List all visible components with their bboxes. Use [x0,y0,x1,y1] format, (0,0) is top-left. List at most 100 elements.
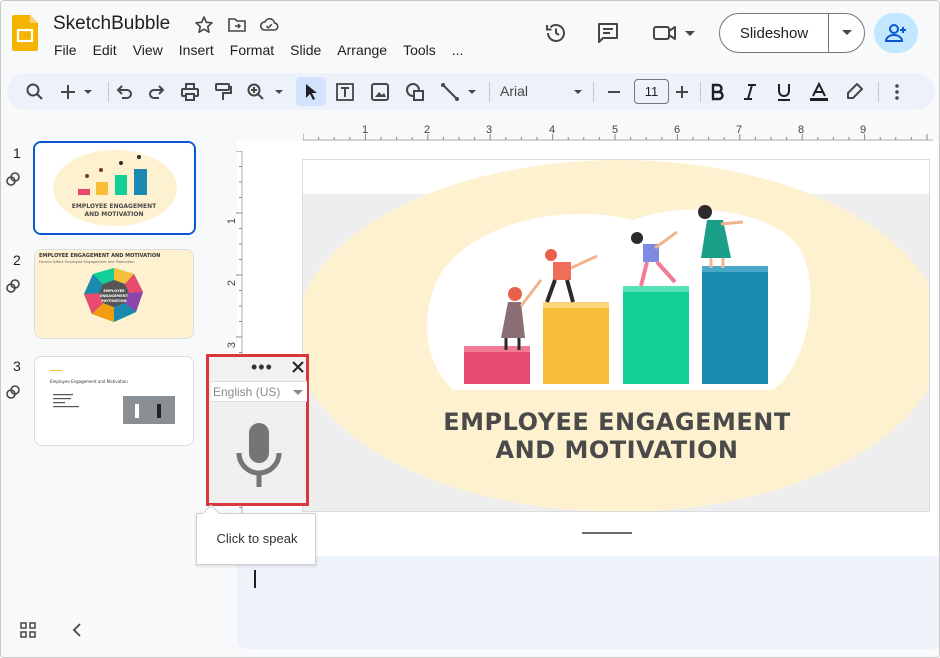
speaker-notes[interactable] [237,556,939,649]
voice-typing-more-button[interactable]: ••• [251,358,273,376]
add-person-icon [885,24,906,42]
ruler-label: 3 [226,342,238,348]
slide-thumbnail-1[interactable]: EMPLOYEE ENGAGEMENT AND MOTIVATION [33,141,196,235]
ruler-label: 7 [736,124,742,136]
ruler-label: 1 [362,124,368,136]
slide-title-line1[interactable]: EMPLOYEE ENGAGEMENT [303,408,929,436]
doc-title[interactable]: SketchBubble [53,13,170,35]
thumb-2-center-line3: MOTIVATION [101,299,126,303]
language-select[interactable]: English (US) [211,381,307,402]
new-slide-icon[interactable] [59,82,93,102]
comments-icon[interactable] [596,21,620,45]
shape-icon[interactable] [405,82,425,102]
app-window: SketchBubble File Edit View Insert Forma… [0,0,940,658]
ruler-label: 3 [486,124,492,136]
menu-file[interactable]: File [54,42,77,58]
zoom-icon[interactable] [246,82,288,102]
toolbar-divider [489,82,490,102]
share-button[interactable] [874,13,918,53]
menu-slide[interactable]: Slide [290,42,321,58]
star-icon[interactable] [194,15,214,35]
slideshow-label[interactable]: Slideshow [720,25,828,42]
slideshow-options-button[interactable] [829,29,864,37]
highlight-color-icon[interactable] [844,82,864,102]
chevron-down-icon[interactable] [568,82,588,102]
slide-filmstrip: 1 EMPLOYEE ENGAGEMENT AND MOTIVATION 2 E… [1,121,229,657]
menu-arrange[interactable]: Arrange [337,42,387,58]
thumb-2-subtitle: Factors Affect Employee Engagement and M… [39,260,135,264]
resize-notes-handle[interactable] [582,532,632,534]
line-icon[interactable] [440,82,480,102]
toolbar-divider [878,82,879,102]
slides-logo-icon[interactable] [12,15,38,51]
thumb-2-title: EMPLOYEE ENGAGEMENT AND MOTIVATION [39,253,160,259]
horizontal-ruler[interactable]: 1 2 3 4 5 6 7 8 9 [303,121,933,141]
microphone-icon[interactable] [235,423,283,489]
slide-thumbnail-3[interactable]: Employee Engagement and Motivation [34,356,194,446]
slide-2-preview: EMPLOYEE ENGAGEMENT AND MOTIVATION Facto… [35,250,193,338]
thumb-2-center-line2: ENGAGEMENT [100,294,129,298]
mic-area[interactable] [209,403,306,503]
font-size-input[interactable]: 11 [634,79,669,104]
grid-view-icon[interactable] [19,621,37,639]
slide-title-line2[interactable]: AND MOTIVATION [303,436,929,464]
slideshow-button[interactable]: Slideshow [719,13,865,53]
menu-bar: File Edit View Insert Format Slide Arran… [54,42,463,58]
image-icon[interactable] [370,82,390,102]
toolbar-divider [108,82,109,102]
link-icon [6,279,20,293]
ruler-label: 2 [226,280,238,286]
bar-green [623,290,689,384]
header: SketchBubble File Edit View Insert Forma… [1,1,939,69]
click-to-speak-tooltip: Click to speak [196,504,316,565]
thumb-2-center-line1: EMPLOYEE [103,289,125,293]
text-color-icon[interactable] [809,82,829,102]
underline-icon[interactable] [774,82,794,102]
slide-thumbnail-2[interactable]: EMPLOYEE ENGAGEMENT AND MOTIVATION Facto… [34,249,194,339]
ruler-label: 8 [798,124,804,136]
collapse-panel-icon[interactable] [69,621,87,639]
thumb-3-title: Employee Engagement and Motivation [50,379,128,384]
link-icon [6,172,20,186]
voice-typing-panel: ••• English (US) [206,354,309,506]
bold-icon[interactable] [707,82,727,102]
slide-number: 2 [13,252,21,268]
slide-1-preview: EMPLOYEE ENGAGEMENT AND MOTIVATION [35,143,194,233]
cloud-saved-icon[interactable] [259,15,279,35]
increase-font-size-icon[interactable] [672,82,692,102]
decrease-font-size-icon[interactable] [604,82,624,102]
more-options-icon[interactable] [887,82,907,102]
undo-icon[interactable] [114,82,134,102]
menu-view[interactable]: View [133,42,163,58]
redo-icon[interactable] [147,82,167,102]
menu-insert[interactable]: Insert [179,42,214,58]
menu-format[interactable]: Format [230,42,274,58]
italic-icon[interactable] [740,82,760,102]
search-icon[interactable] [25,82,45,102]
language-label: English (US) [213,385,281,399]
chevron-down-icon [293,390,303,395]
meet-icon[interactable] [653,21,697,45]
text-box-icon[interactable] [335,82,355,102]
select-cursor-icon[interactable] [301,82,321,102]
font-family-select[interactable]: Arial [500,83,528,99]
toolbar: Arial 11 [7,73,935,110]
ruler-label: 6 [674,124,680,136]
chevron-down-icon [841,30,852,35]
ruler-label: 1 [226,218,238,224]
thumb-title-line2: AND MOTIVATION [85,211,144,218]
ruler-label: 4 [549,124,555,136]
paint-format-icon[interactable] [213,82,233,102]
ruler-label: 2 [424,124,430,136]
bar-pink [464,350,530,384]
ruler-label: 9 [860,124,866,136]
print-icon[interactable] [180,82,200,102]
menu-edit[interactable]: Edit [93,42,117,58]
menu-more[interactable]: ... [452,42,464,58]
slide-number: 1 [13,145,21,161]
close-icon[interactable] [291,360,305,374]
move-folder-icon[interactable] [227,15,247,35]
menu-tools[interactable]: Tools [403,42,436,58]
version-history-icon[interactable] [544,21,568,45]
current-slide[interactable]: EMPLOYEE ENGAGEMENT AND MOTIVATION [302,159,930,512]
